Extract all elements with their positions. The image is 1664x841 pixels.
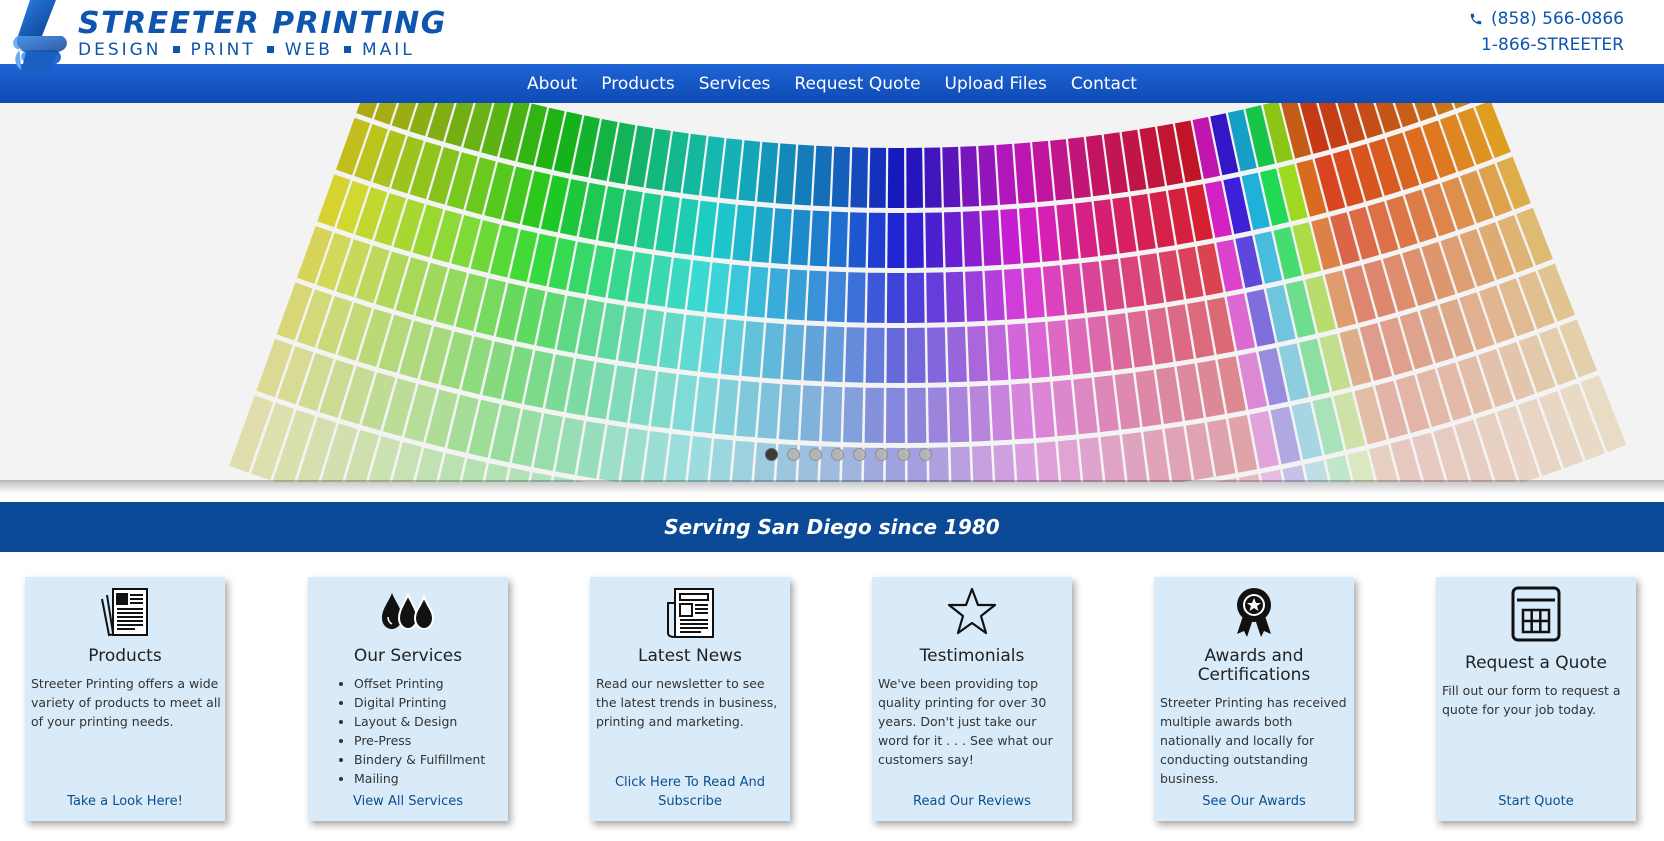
- card-title: Our Services: [353, 646, 463, 666]
- logo-mark-icon[interactable]: [12, 0, 70, 78]
- slider-dot[interactable]: [765, 448, 778, 461]
- card-services-list: Offset Printing Digital Printing Layout …: [314, 674, 506, 788]
- hero-shadow: [0, 480, 1664, 494]
- main-nav: About Products Services Request Quote Up…: [0, 64, 1664, 103]
- service-item: Digital Printing: [354, 693, 506, 712]
- card-link-services[interactable]: View All Services: [308, 792, 508, 811]
- card-title: Testimonials: [919, 646, 1025, 666]
- hero-slider-image: [0, 103, 1664, 482]
- slider-dot[interactable]: [897, 448, 910, 461]
- phone-main-number[interactable]: (858) 566-0866: [1491, 9, 1624, 29]
- nav-about[interactable]: About: [527, 74, 577, 94]
- logo-title[interactable]: STREETER PRINTING: [78, 6, 447, 41]
- card-title: Request a Quote: [1465, 653, 1607, 673]
- service-item: Mailing: [354, 769, 506, 788]
- tagline-separator-icon: [343, 45, 351, 53]
- tagline-banner: Serving San Diego since 1980: [0, 502, 1664, 552]
- logo-tagline: DESIGN PRINT WEB MAIL: [78, 40, 415, 60]
- phone-icon: [1470, 13, 1482, 25]
- card-description: Read our newsletter to see the latest tr…: [596, 676, 778, 729]
- card-awards: Awards and Certifications Streeter Printi…: [1154, 577, 1354, 821]
- slider-dot[interactable]: [853, 448, 866, 461]
- card-title: Awards and Certifications: [1197, 646, 1311, 685]
- slider-dot[interactable]: [919, 448, 932, 461]
- nav-contact[interactable]: Contact: [1071, 74, 1137, 94]
- nav-products[interactable]: Products: [601, 74, 674, 94]
- tagline-separator-icon: [172, 45, 180, 53]
- tagline-web: WEB: [284, 40, 333, 60]
- tagline-design: DESIGN: [78, 40, 162, 60]
- card-link-products[interactable]: Take a Look Here!: [25, 792, 225, 811]
- banner-text: Serving San Diego since 1980: [664, 515, 1000, 539]
- phone-alt-number[interactable]: 1-866-STREETER: [1481, 35, 1624, 55]
- service-item: Layout & Design: [354, 712, 506, 731]
- slider-dot[interactable]: [809, 448, 822, 461]
- phone-main[interactable]: (858) 566-0866: [1469, 9, 1624, 29]
- card-news: Latest News Read our newsletter to see t…: [590, 577, 790, 821]
- newspaper-icon: [667, 588, 714, 638]
- ink-drops-icon: [382, 592, 435, 631]
- service-item: Offset Printing: [354, 674, 506, 693]
- site-header: STREETER PRINTING DESIGN PRINT WEB MAIL (85…: [0, 0, 1664, 76]
- newspapers-icon: [101, 588, 148, 637]
- service-item: Bindery & Fulfillment: [354, 750, 506, 769]
- slider-dot[interactable]: [831, 448, 844, 461]
- card-title: Products: [88, 646, 162, 666]
- card-link-news[interactable]: Click Here To Read And Subscribe: [590, 773, 790, 811]
- card-description: Fill out our form to request a quote for…: [1442, 683, 1621, 717]
- card-testimonials: Testimonials We've been providing top qu…: [872, 577, 1072, 821]
- tagline-print: PRINT: [190, 40, 256, 60]
- tagline-separator-icon: [266, 45, 274, 53]
- card-link-quote[interactable]: Start Quote: [1436, 792, 1636, 811]
- card-description: Streeter Printing has received multiple …: [1160, 695, 1347, 786]
- nav-services[interactable]: Services: [699, 74, 771, 94]
- page: STREETER PRINTING DESIGN PRINT WEB MAIL (85…: [0, 0, 1664, 841]
- calculator-icon: [1511, 586, 1561, 642]
- card-description: We've been providing top quality printin…: [878, 676, 1053, 767]
- color-swatch-fan-image: [0, 103, 1664, 482]
- service-item: Pre-Press: [354, 731, 506, 750]
- card-products: Products Streeter Printing offers a wide…: [25, 577, 225, 821]
- card-title: Latest News: [638, 646, 742, 666]
- slider-dot[interactable]: [787, 448, 800, 461]
- card-services: Our Services Offset Printing Digital Pri…: [308, 577, 508, 821]
- award-ribbon-icon: [1237, 588, 1271, 637]
- nav-request-quote[interactable]: Request Quote: [794, 74, 920, 94]
- tagline-mail: MAIL: [361, 40, 415, 60]
- nav-upload-files[interactable]: Upload Files: [945, 74, 1047, 94]
- card-quote: Request a Quote Fill out our form to req…: [1436, 577, 1636, 821]
- card-description: Streeter Printing offers a wide variety …: [31, 676, 221, 729]
- slider-dot[interactable]: [875, 448, 888, 461]
- card-link-awards[interactable]: See Our Awards: [1154, 792, 1354, 811]
- card-link-testimonials[interactable]: Read Our Reviews: [872, 792, 1072, 811]
- slider-dots: [765, 448, 932, 461]
- star-icon: [947, 587, 997, 635]
